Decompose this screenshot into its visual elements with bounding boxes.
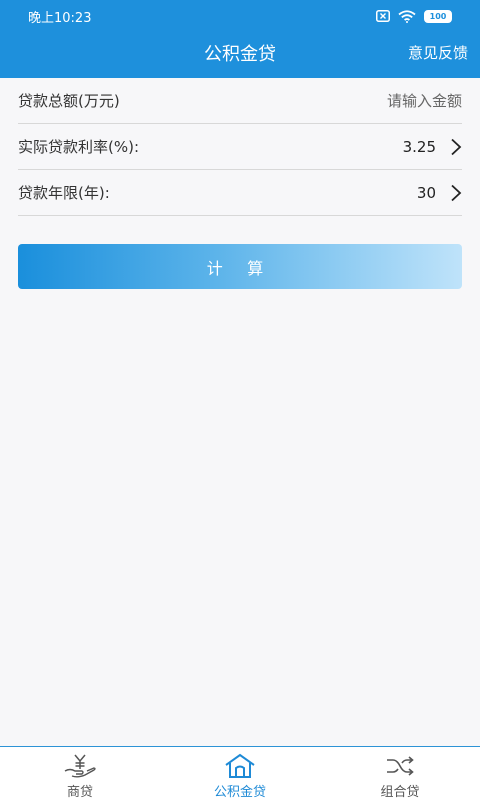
- yuan-hand-icon: [63, 753, 97, 781]
- interest-rate-label: 实际贷款利率(%):: [18, 138, 140, 156]
- shuffle-icon: [383, 753, 417, 781]
- chevron-right-icon: [450, 184, 462, 202]
- status-time: 晚上10:23: [28, 10, 92, 26]
- loan-amount-input[interactable]: [322, 91, 462, 110]
- loan-form: 贷款总额(万元) 实际贷款利率(%): 3.25 贷款年限(年): 30: [0, 78, 480, 218]
- status-icons: 100: [376, 9, 452, 23]
- bottom-nav: 商贷 公积金贷 组合贷: [0, 746, 480, 800]
- status-bar: 晚上10:23 100: [0, 0, 480, 32]
- nav-label-provident-fund-loan: 公积金贷: [213, 785, 266, 800]
- chevron-right-icon: [450, 138, 462, 156]
- loan-years-value-wrap: 30: [417, 184, 462, 202]
- interest-rate-value: 3.25: [402, 137, 436, 156]
- loan-years-label: 贷款年限(年):: [18, 184, 110, 202]
- nav-item-provident-fund-loan[interactable]: 公积金贷: [160, 747, 320, 800]
- sim-icon: [376, 10, 390, 22]
- nav-label-combination-loan: 组合贷: [380, 785, 420, 800]
- battery-icon: 100: [424, 9, 452, 23]
- interest-rate-value-wrap: 3.25: [403, 138, 462, 156]
- loan-years-row[interactable]: 贷款年限(年): 30: [18, 170, 462, 216]
- interest-rate-row[interactable]: 实际贷款利率(%): 3.25: [18, 124, 462, 170]
- wifi-icon: [398, 9, 416, 23]
- title-bar: 公积金贷 意见反馈: [0, 32, 480, 78]
- app-header: 晚上10:23 100 公积金贷 意见反馈: [0, 0, 480, 78]
- nav-item-combination-loan[interactable]: 组合贷: [320, 747, 480, 800]
- loan-amount-label: 贷款总额(万元): [18, 92, 120, 110]
- calculate-button[interactable]: 计 算: [18, 244, 462, 289]
- nav-label-commercial-loan: 商贷: [66, 785, 93, 800]
- house-icon: [223, 753, 257, 781]
- loan-amount-row: 贷款总额(万元): [18, 78, 462, 124]
- nav-item-commercial-loan[interactable]: 商贷: [0, 747, 160, 800]
- loan-years-value: 30: [416, 183, 436, 202]
- feedback-button[interactable]: 意见反馈: [408, 42, 468, 63]
